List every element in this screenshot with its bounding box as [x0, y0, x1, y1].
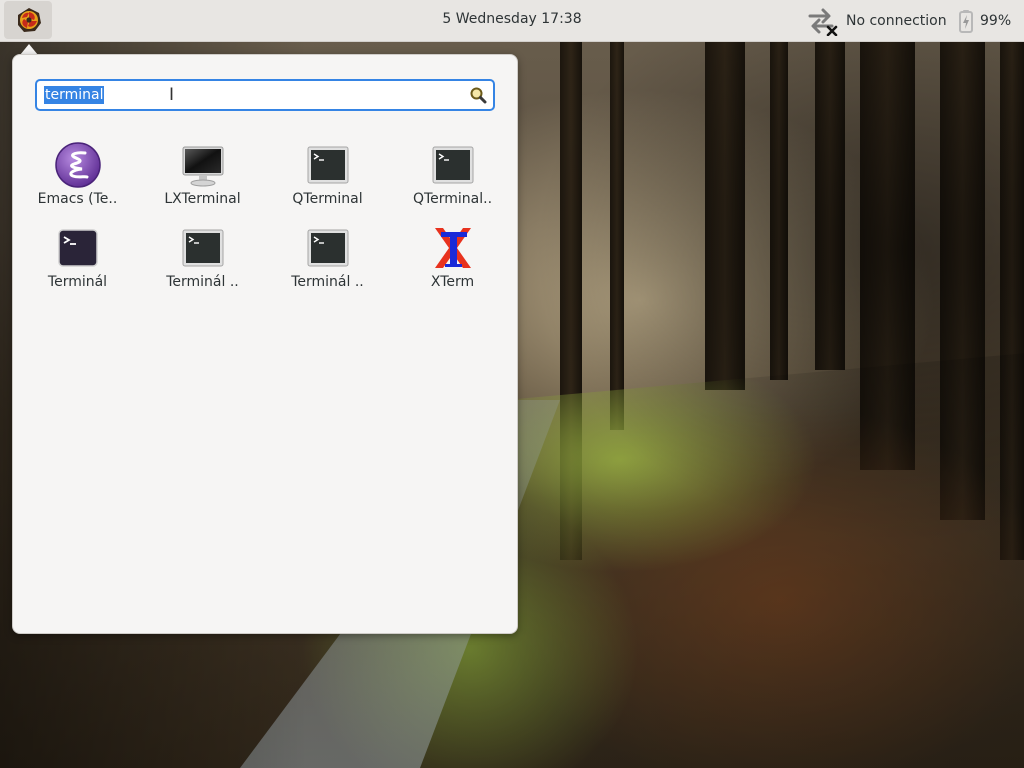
terminal-icon — [58, 229, 98, 267]
app-label: LXTerminal — [164, 191, 241, 207]
terminal-icon — [307, 229, 349, 267]
search-icon[interactable] — [469, 86, 487, 104]
app-label: Terminál .. — [291, 274, 364, 290]
app-label: QTerminal — [292, 191, 363, 207]
battery-indicator[interactable]: 99% — [958, 8, 1011, 34]
emacs-icon — [55, 142, 101, 188]
text-cursor-icon: I — [169, 85, 175, 105]
battery-percentage: 99% — [980, 13, 1012, 29]
search-input-text: terminal — [44, 86, 105, 104]
search-input[interactable]: terminal I — [35, 79, 495, 111]
app-qterminal-dropdown[interactable]: QTerminal.. — [390, 139, 515, 219]
network-status-label: No connection — [846, 13, 947, 29]
app-lxterminal[interactable]: LXTerminal — [140, 139, 265, 219]
terminal-icon — [307, 146, 349, 184]
terminal-icon — [182, 229, 224, 267]
app-terminal-2[interactable]: Terminál .. — [140, 222, 265, 302]
top-panel: 5 Wednesday 17:38 No connection 99% — [0, 0, 1024, 42]
app-emacs[interactable]: Emacs (Te.. — [15, 139, 140, 219]
app-label: Terminál — [47, 274, 108, 290]
network-offline-icon — [808, 8, 838, 36]
desktop[interactable]: 5 Wednesday 17:38 No connection 99% term… — [0, 0, 1024, 768]
xterm-icon — [435, 228, 471, 268]
app-label: QTerminal.. — [412, 191, 493, 207]
applications-menu-popup: terminal I Emacs (Te.. LXTerminal QTermi… — [12, 54, 518, 634]
app-label: Terminál .. — [166, 274, 239, 290]
network-indicator[interactable]: No connection — [806, 6, 947, 36]
battery-charging-icon — [959, 10, 973, 33]
app-label: XTerm — [430, 274, 475, 290]
app-xterm[interactable]: XTerm — [390, 222, 515, 302]
app-terminal[interactable]: Terminál — [15, 222, 140, 302]
app-qterminal[interactable]: QTerminal — [265, 139, 390, 219]
app-label: Emacs (Te.. — [37, 191, 118, 207]
app-terminal-3[interactable]: Terminál .. — [265, 222, 390, 302]
monitor-icon — [182, 146, 224, 187]
terminal-icon — [432, 146, 474, 184]
